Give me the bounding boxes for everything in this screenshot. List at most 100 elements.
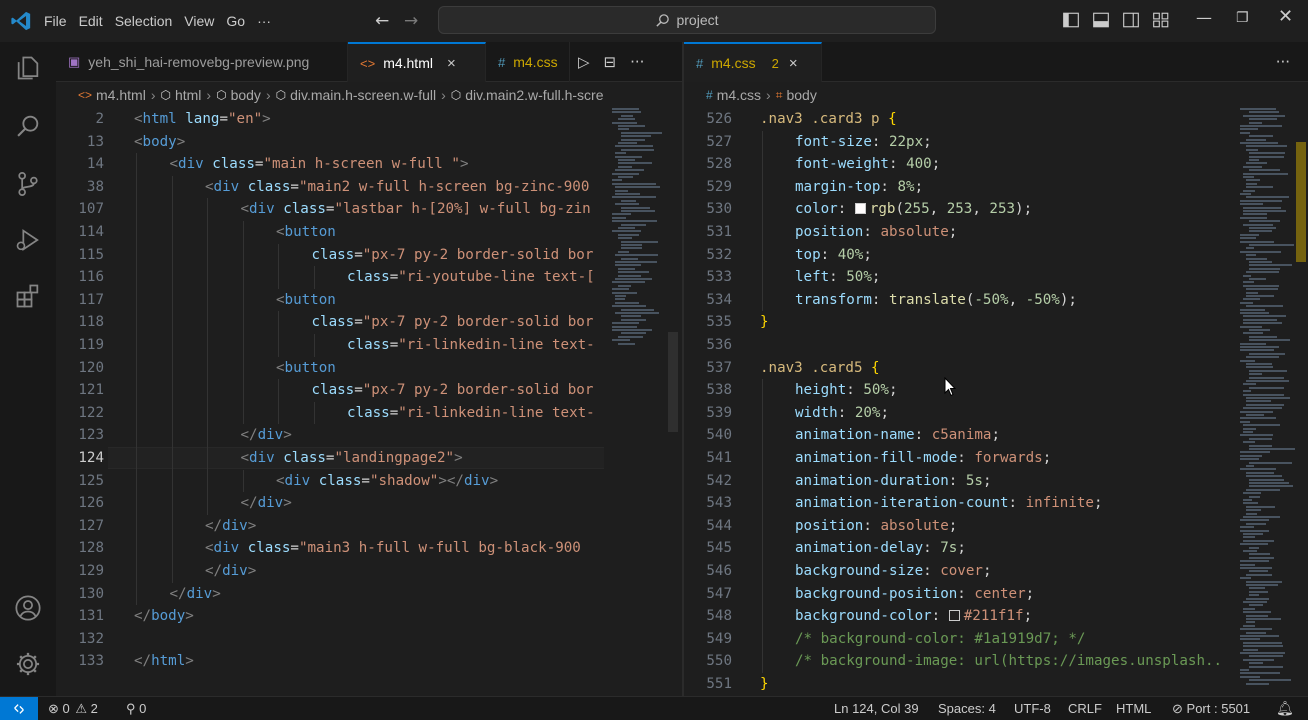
tab-m4-html[interactable]: <> m4.html × xyxy=(348,42,486,82)
code-line[interactable]: 527 font-size: 22px; xyxy=(684,130,1224,154)
code-line[interactable]: 548 background-color: #211f1f; xyxy=(684,605,1224,628)
remote-indicator[interactable] xyxy=(0,697,38,720)
toggle-secondary-sidebar-icon[interactable] xyxy=(1122,11,1140,29)
code-line[interactable]: 127 </div> xyxy=(56,514,604,538)
code-line[interactable]: 128 <div class="main3 h-full w-full bg-bl… xyxy=(56,537,604,560)
code-line[interactable]: 542 animation-duration: 5s; xyxy=(684,469,1224,493)
code-line[interactable]: 544 position: absolute; xyxy=(684,514,1224,538)
code-line[interactable]: 129 </div> xyxy=(56,560,604,583)
code-line[interactable]: 539 width: 20%; xyxy=(684,401,1224,425)
code-line[interactable]: 132 xyxy=(56,628,604,651)
vertical-scrollbar-right[interactable] xyxy=(1296,142,1306,262)
more-actions-icon[interactable]: ··· xyxy=(1276,53,1290,71)
vertical-scrollbar-left[interactable] xyxy=(668,332,678,432)
code-line[interactable]: 114 <button xyxy=(56,221,604,244)
code-line[interactable]: 540 animation-name: c5anima; xyxy=(684,424,1224,447)
code-line[interactable]: 38 <div class="main2 w-full h-screen bg-z… xyxy=(56,175,604,199)
code-line[interactable]: 541 animation-fill-mode: forwards; xyxy=(684,447,1224,470)
problems-status[interactable]: ⊗ 0 ⚠ 2 xyxy=(48,697,98,720)
code-line[interactable]: 533 left: 50%; xyxy=(684,266,1224,289)
close-tab-icon[interactable]: × xyxy=(447,55,456,72)
live-server-port[interactable]: ⊘ Port : 5501 xyxy=(1172,697,1250,720)
indentation[interactable]: Spaces: 4 xyxy=(938,697,996,720)
manage-gear-icon[interactable] xyxy=(14,650,42,678)
run-and-debug-icon[interactable] xyxy=(14,226,42,254)
code-line[interactable]: 545 animation-delay: 7s; xyxy=(684,537,1224,560)
end-of-line[interactable]: CRLF xyxy=(1068,697,1102,720)
code-line[interactable]: 118 class="px-7 py-2 border-solid bor xyxy=(56,311,604,334)
close-window-icon[interactable]: ✕ xyxy=(1278,6,1293,27)
code-line[interactable]: 124 <div class="landingpage2"> xyxy=(56,447,604,470)
source-control-icon[interactable] xyxy=(14,170,42,198)
tab-m4-css-right[interactable]: # m4.css 2 × xyxy=(684,42,822,82)
menu-view[interactable]: View xyxy=(178,0,220,42)
code-line[interactable]: 119 class="ri-linkedin-line text- xyxy=(56,334,604,357)
code-line[interactable]: 549 /* background-color: #1a1919d7; */ xyxy=(684,627,1224,651)
code-line[interactable]: 526 .nav3 .card3 p { xyxy=(684,108,1224,131)
minimap-left[interactable] xyxy=(612,108,668,696)
code-line[interactable]: 547 background-position: center; xyxy=(684,582,1224,606)
notifications-bell-icon[interactable]: 🔔︎ xyxy=(1276,697,1294,720)
split-editor-icon[interactable]: ⊟ xyxy=(604,53,617,71)
breadcrumb-body[interactable]: ⌗ body xyxy=(776,87,817,103)
tab-m4-css-left[interactable]: # m4.css xyxy=(486,42,570,82)
code-line[interactable]: 535} xyxy=(684,311,1224,334)
explorer-icon[interactable] xyxy=(14,54,42,82)
code-line[interactable]: 133 </html> xyxy=(56,650,604,673)
close-tab-icon[interactable]: × xyxy=(789,55,798,72)
code-line[interactable]: 530 color: rgb(255, 253, 253); xyxy=(684,198,1224,221)
code-line[interactable]: 2 <html lang="en"> xyxy=(56,108,604,131)
menu-file[interactable]: File xyxy=(38,0,73,42)
breadcrumb-div-main[interactable]: ⬡ div.main.h-screen.w-full xyxy=(276,87,437,103)
code-line[interactable]: 551} xyxy=(684,673,1224,696)
extensions-icon[interactable] xyxy=(14,282,42,310)
menu-go[interactable]: Go xyxy=(220,0,251,42)
cursor-position[interactable]: Ln 124, Col 39 xyxy=(834,697,919,720)
code-line[interactable]: 130 </div> xyxy=(56,582,604,606)
code-line[interactable]: 550 /* background-image: url(https://imag… xyxy=(684,650,1224,673)
command-center-search[interactable]: project xyxy=(438,6,936,34)
breadcrumb-file[interactable]: # m4.css xyxy=(706,87,761,103)
code-line[interactable]: 115 class="px-7 py-2 border-solid bor xyxy=(56,243,604,267)
code-line[interactable]: 543 animation-iteration-count: infinite; xyxy=(684,492,1224,515)
minimize-icon[interactable]: — xyxy=(1196,8,1212,27)
code-line[interactable]: 536 xyxy=(684,334,1224,357)
toggle-primary-sidebar-icon[interactable] xyxy=(1062,11,1080,29)
code-line[interactable]: 13 <body> xyxy=(56,131,604,154)
breadcrumb-div-main2[interactable]: ⬡ div.main2.w-full.h-scre xyxy=(451,87,604,103)
accounts-icon[interactable] xyxy=(14,594,42,622)
customize-layout-icon[interactable] xyxy=(1152,11,1170,29)
forward-arrow-icon[interactable]: → xyxy=(404,11,418,31)
language-mode[interactable]: HTML xyxy=(1116,697,1151,720)
search-view-icon[interactable] xyxy=(14,112,42,140)
code-line[interactable]: 107 <div class="lastbar h-[20%] w-full bg… xyxy=(56,198,604,221)
code-line[interactable]: 532 top: 40%; xyxy=(684,243,1224,267)
code-line[interactable]: 528 font-weight: 400; xyxy=(684,153,1224,176)
breadcrumb-body[interactable]: ⬡ body xyxy=(216,87,261,103)
code-line[interactable]: 120 <button xyxy=(56,356,604,380)
code-line[interactable]: 131 </body> xyxy=(56,605,604,628)
code-editor-html[interactable]: 2 <html lang="en"> 13 <body> 14 <div class="m… xyxy=(56,108,604,696)
code-line[interactable]: 121 class="px-7 py-2 border-solid bor xyxy=(56,379,604,402)
tab-png-preview[interactable]: ▣ yeh_shi_hai-removebg-preview.png xyxy=(56,42,348,82)
code-line[interactable]: 531 position: absolute; xyxy=(684,221,1224,244)
menu-more[interactable]: ··· xyxy=(251,0,277,42)
restore-icon[interactable]: ❐ xyxy=(1236,10,1249,26)
back-arrow-icon[interactable]: ← xyxy=(375,11,389,31)
color-swatch[interactable] xyxy=(854,203,866,215)
code-line[interactable]: 14 <div class="main h-screen w-full "> xyxy=(56,153,604,176)
minimap-right[interactable] xyxy=(1240,108,1295,696)
code-line[interactable]: 122 class="ri-linkedin-line text- xyxy=(56,401,604,425)
code-line[interactable]: 126 </div> xyxy=(56,492,604,515)
run-icon[interactable]: ▷ xyxy=(578,53,590,71)
code-line[interactable]: 123 </div> xyxy=(56,424,604,447)
code-line[interactable]: 537 .nav3 .card5 { xyxy=(684,357,1224,380)
code-line[interactable]: 546 background-size: cover; xyxy=(684,560,1224,583)
more-actions-icon[interactable]: ··· xyxy=(630,53,644,71)
code-editor-css[interactable]: 526 .nav3 .card3 p {527 font-size: 22px; 52… xyxy=(684,108,1224,696)
menu-selection[interactable]: Selection xyxy=(109,0,179,42)
code-line[interactable]: 534 transform: translate(-50%, -50%); xyxy=(684,288,1224,312)
breadcrumb-html[interactable]: ⬡ html xyxy=(160,87,201,103)
encoding[interactable]: UTF-8 xyxy=(1014,697,1051,720)
menu-edit[interactable]: Edit xyxy=(73,0,109,42)
